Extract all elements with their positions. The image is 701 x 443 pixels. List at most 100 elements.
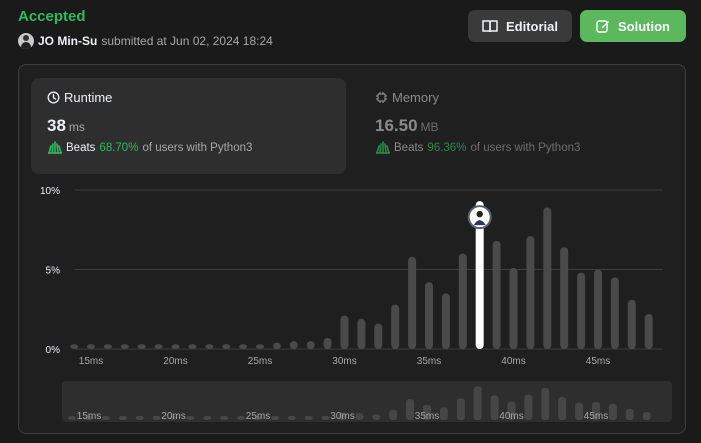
brush-tick-label: 20ms xyxy=(161,411,185,422)
x-tick-label: 20ms xyxy=(163,356,187,367)
distribution-bar[interactable] xyxy=(458,253,467,349)
brush-bar xyxy=(152,416,161,420)
brush-bar xyxy=(372,414,381,420)
y-tick-label: 0% xyxy=(46,345,61,356)
distribution-bar[interactable] xyxy=(171,344,180,349)
submission-meta: JO Min-Su submitted at Jun 02, 2024 18:2… xyxy=(18,33,277,49)
brush-bar xyxy=(68,416,77,420)
distribution-bar[interactable] xyxy=(323,337,332,349)
chart-brush-overview[interactable]: 15ms 20ms 25ms 30ms 35ms 40ms 45ms xyxy=(62,381,672,422)
distribution-bar[interactable] xyxy=(272,342,281,349)
runtime-card[interactable]: Runtime 38 ms Beats 68.70% of users with … xyxy=(31,78,346,174)
memory-title: Memory xyxy=(375,90,658,105)
brush-bar xyxy=(642,412,651,420)
distribution-bar[interactable] xyxy=(256,344,264,349)
brush-bar xyxy=(135,416,144,420)
brush-bar xyxy=(575,402,584,420)
brush-bar xyxy=(186,416,195,420)
brush-bar xyxy=(389,409,398,420)
brush-tick-label: 40ms xyxy=(499,411,523,422)
x-tick-label: 30ms xyxy=(332,356,356,367)
runtime-title: Runtime xyxy=(47,90,330,105)
brush-bar xyxy=(541,387,550,420)
brush-tick-label: 30ms xyxy=(330,411,354,422)
brush-tick-label: 25ms xyxy=(246,411,270,422)
runtime-distribution-chart[interactable]: 0% 5% 10% 15ms 20ms 25ms 30ms 35ms 40ms 45ms xyxy=(18,176,678,376)
brush-bar xyxy=(490,395,499,420)
memory-value-line: 16.50 MB xyxy=(375,116,658,136)
runtime-title-text: Runtime xyxy=(64,90,113,105)
distribution-bar[interactable] xyxy=(408,256,417,349)
runtime-value-line: 38 ms xyxy=(47,116,330,136)
distribution-bar[interactable] xyxy=(154,344,163,349)
memory-beats: Beats 96.36% of users with Python3 xyxy=(375,141,658,154)
distribution-bar[interactable] xyxy=(425,282,433,349)
distribution-bar[interactable] xyxy=(70,344,79,349)
distribution-bar[interactable] xyxy=(441,293,450,349)
distribution-bar[interactable] xyxy=(543,207,552,349)
distribution-bar[interactable] xyxy=(357,318,366,349)
distribution-bar[interactable] xyxy=(374,323,383,349)
clock-icon xyxy=(47,91,60,104)
brush-bar xyxy=(625,408,634,420)
runtime-unit: ms xyxy=(68,120,85,134)
distribution-bar[interactable] xyxy=(188,344,197,349)
solution-button[interactable]: Solution xyxy=(580,10,686,42)
submission-header: Accepted JO Min-Su submitted at Jun 02, … xyxy=(18,8,277,49)
editorial-button[interactable]: Editorial xyxy=(468,10,572,42)
memory-card[interactable]: Memory 16.50 MB Beats 96.36% of users wit… xyxy=(359,78,674,174)
beats-hands-icon xyxy=(48,141,62,154)
brush-bar xyxy=(270,416,279,420)
x-tick-label: 35ms xyxy=(417,356,441,367)
runtime-beats-pct: 68.70% xyxy=(99,141,139,154)
brush-bar xyxy=(321,416,330,420)
brush-bar xyxy=(473,386,482,420)
brush-bar xyxy=(406,399,415,420)
brush-bar xyxy=(203,416,212,420)
distribution-bar[interactable] xyxy=(137,344,146,349)
distribution-bar[interactable] xyxy=(627,299,636,349)
brush-bar xyxy=(456,398,465,420)
memory-beats-suffix: of users with Python3 xyxy=(470,141,581,154)
distribution-bar[interactable] xyxy=(306,341,315,349)
distribution-bar[interactable] xyxy=(289,341,298,349)
distribution-bar[interactable] xyxy=(391,304,400,349)
distribution-bar[interactable] xyxy=(239,344,248,349)
chip-icon xyxy=(376,92,387,103)
brush-bar xyxy=(355,413,364,420)
distribution-bar[interactable] xyxy=(526,236,535,349)
memory-unit: MB xyxy=(420,120,439,134)
runtime-beats-label: Beats xyxy=(66,141,96,154)
distribution-bar[interactable] xyxy=(577,272,586,349)
status-accepted: Accepted xyxy=(18,8,86,25)
user-avatar[interactable] xyxy=(18,33,34,49)
distribution-bar[interactable] xyxy=(340,315,349,349)
y-tick-label: 10% xyxy=(40,186,60,197)
your-avatar-marker xyxy=(467,205,492,230)
distribution-bar[interactable] xyxy=(87,344,95,349)
memory-title-text: Memory xyxy=(392,90,439,105)
distribution-bar[interactable] xyxy=(222,344,231,349)
brush-bar xyxy=(304,416,313,420)
memory-beats-pct: 96.36% xyxy=(427,141,467,154)
memory-value: 16.50 xyxy=(375,116,418,135)
brush-bar xyxy=(287,416,296,420)
distribution-bar[interactable] xyxy=(610,277,619,349)
distribution-bar[interactable] xyxy=(492,240,501,349)
distribution-bar[interactable] xyxy=(560,247,569,349)
distribution-bar[interactable] xyxy=(644,314,653,349)
distribution-bar[interactable] xyxy=(103,344,112,349)
distribution-bar[interactable] xyxy=(120,344,129,349)
distribution-bar[interactable] xyxy=(594,269,602,350)
username-link[interactable]: JO Min-Su xyxy=(38,34,97,48)
brush-bar xyxy=(101,416,110,420)
x-tick-label: 15ms xyxy=(79,356,103,367)
brush-bar xyxy=(608,403,617,420)
solution-label: Solution xyxy=(618,18,670,34)
runtime-beats-suffix: of users with Python3 xyxy=(142,141,253,154)
brush-bar xyxy=(524,394,533,420)
distribution-bar[interactable] xyxy=(205,344,214,349)
distribution-bar[interactable] xyxy=(509,267,518,349)
brush-chart: 15ms 20ms 25ms 30ms 35ms 40ms 45ms xyxy=(68,386,651,422)
submitted-text: submitted at Jun 02, 2024 18:24 xyxy=(101,34,273,48)
